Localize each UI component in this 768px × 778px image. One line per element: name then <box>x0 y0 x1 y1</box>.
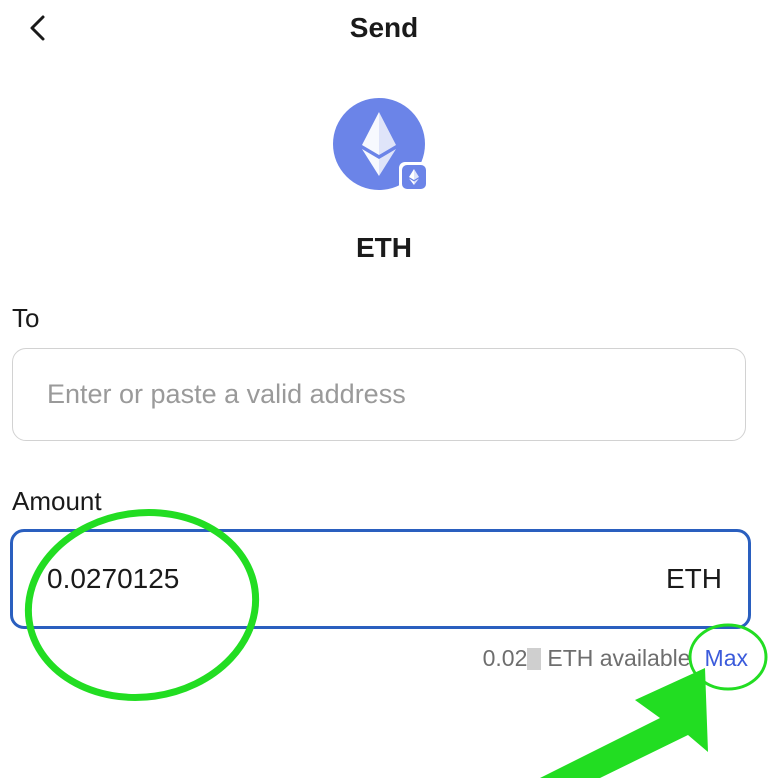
amount-value: 0.0270125 <box>47 563 180 594</box>
to-label: To <box>12 303 40 333</box>
balance-suffix: ETH available <box>547 645 691 671</box>
address-input[interactable]: Enter or paste a valid address <box>12 348 746 441</box>
available-balance: 0.02 ETH available Max <box>483 645 748 672</box>
ethereum-icon <box>333 98 429 192</box>
page-title: Send <box>349 12 419 43</box>
amount-input[interactable]: 0.0270125 ETH <box>10 529 751 629</box>
token-symbol: ETH <box>356 232 412 263</box>
green-arrow-icon <box>540 668 708 778</box>
balance-amount: 0.02 <box>482 645 528 671</box>
amount-unit: ETH <box>666 563 722 594</box>
send-screen: Send ETH To Enter or paste a valid addre… <box>0 0 768 778</box>
header: Send <box>0 0 768 60</box>
max-button[interactable]: Max <box>705 645 748 672</box>
address-placeholder: Enter or paste a valid address <box>47 379 406 409</box>
token-avatar <box>332 98 430 196</box>
redacted-digits <box>527 647 542 670</box>
amount-label: Amount <box>12 486 102 516</box>
